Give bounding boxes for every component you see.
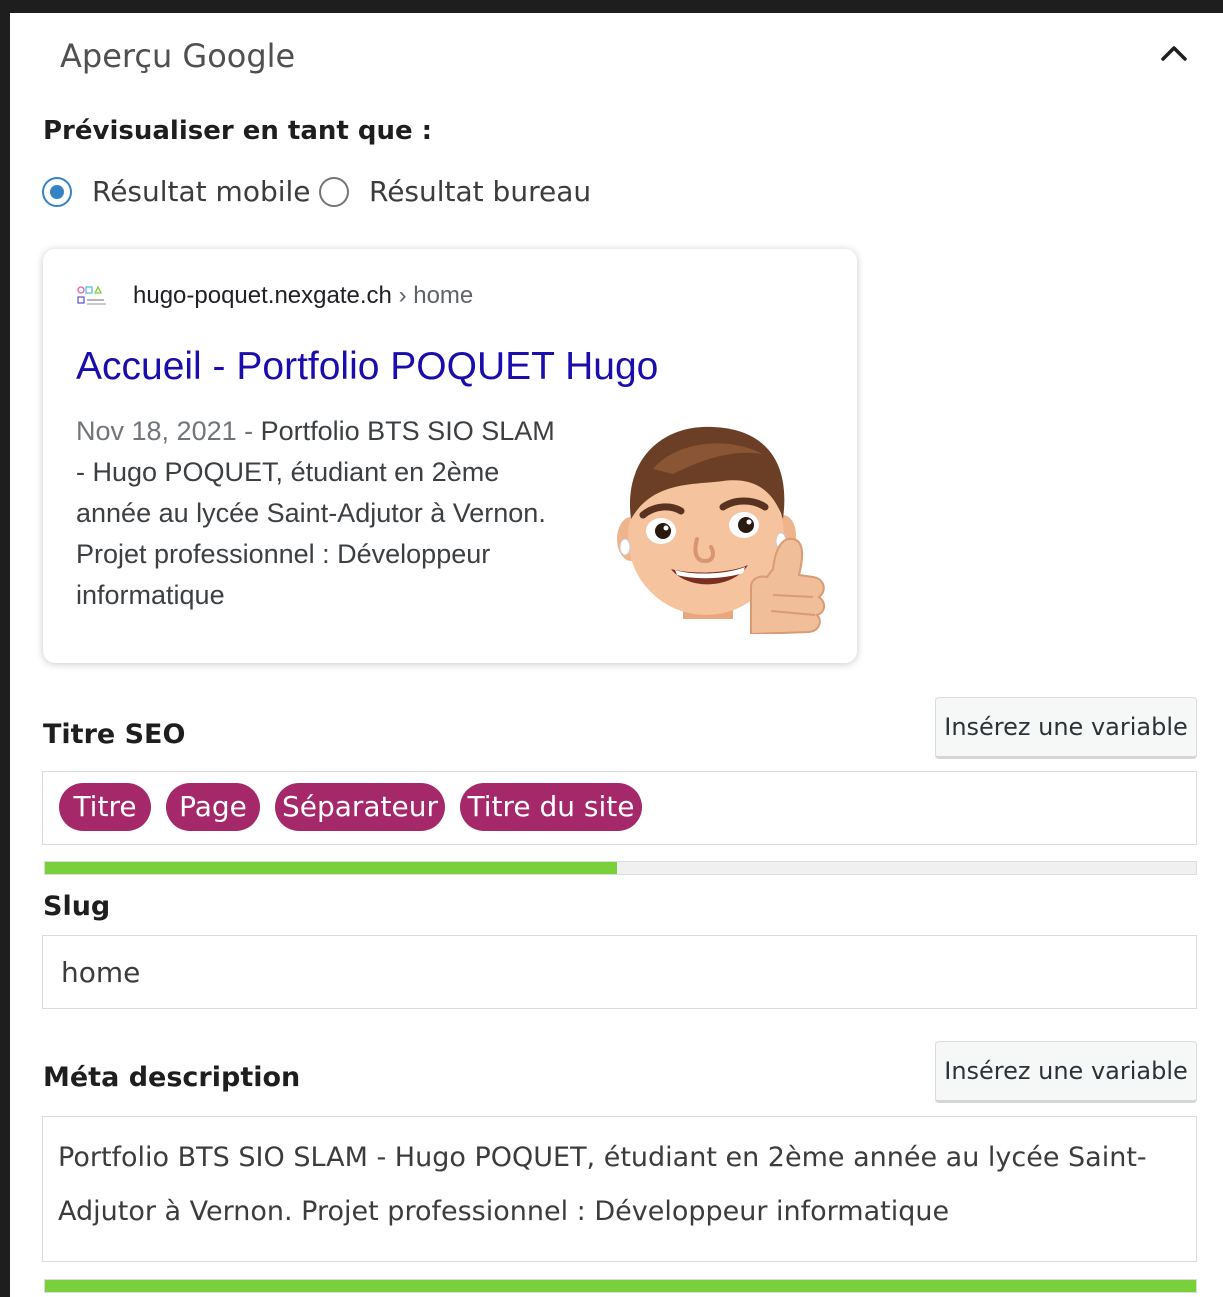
result-description: Nov 18, 2021 - Portfolio BTS SIO SLAM - … <box>76 411 566 616</box>
panel-title: Aperçu Google <box>60 37 296 75</box>
google-preview-panel: Aperçu Google Prévisualiser en tant que … <box>10 13 1223 1297</box>
radio-mobile-button[interactable] <box>42 176 72 207</box>
variable-pill-separator[interactable]: Séparateur <box>275 783 445 831</box>
slug-field[interactable] <box>42 935 1197 1009</box>
slug-input[interactable] <box>43 936 1196 1008</box>
seo-title-label: Titre SEO <box>43 719 186 750</box>
result-date: Nov 18, 2021 <box>76 416 237 446</box>
date-separator: - <box>236 416 261 446</box>
radio-mobile-result[interactable]: Résultat mobile <box>42 175 311 208</box>
result-url[interactable]: hugo-poquet.nexgate.ch › home <box>133 282 473 310</box>
meta-description-progress-bar <box>44 1279 1197 1293</box>
variable-pill-site-title[interactable]: Titre du site <box>460 783 642 831</box>
result-title-link[interactable]: Accueil - Portfolio POQUET Hugo <box>76 345 658 389</box>
seo-title-progress-fill <box>45 862 618 874</box>
preview-as-label: Prévisualiser en tant que : <box>43 116 433 146</box>
radio-mobile-label: Résultat mobile <box>92 175 311 208</box>
seo-title-field[interactable]: Titre Page Séparateur Titre du site <box>42 771 1197 845</box>
meta-description-field[interactable]: Portfolio BTS SIO SLAM - Hugo POQUET, ét… <box>42 1116 1197 1262</box>
radio-desktop-button[interactable] <box>319 176 349 207</box>
seo-title-insert-variable-button[interactable]: Insérez une variable <box>935 697 1197 759</box>
slug-label: Slug <box>43 891 111 922</box>
google-result-card: hugo-poquet.nexgate.ch › home Accueil - … <box>43 249 857 663</box>
site-logo-icon <box>77 285 106 305</box>
meta-description-progress-fill <box>45 1280 1196 1292</box>
result-breadcrumb: › home <box>398 282 474 309</box>
radio-desktop-label: Résultat bureau <box>369 175 592 208</box>
variable-pill-page[interactable]: Page <box>166 783 260 831</box>
meta-description-text: Portfolio BTS SIO SLAM - Hugo POQUET, ét… <box>58 1142 1147 1227</box>
chevron-up-icon <box>1161 46 1187 61</box>
seo-title-progress-bar <box>44 861 1197 875</box>
variable-pill-title[interactable]: Titre <box>59 783 151 831</box>
result-domain: hugo-poquet.nexgate.ch <box>133 282 392 309</box>
memoji-thumbs-up-image <box>617 426 825 634</box>
collapse-button[interactable] <box>1154 35 1194 71</box>
meta-description-insert-variable-button[interactable]: Insérez une variable <box>935 1041 1197 1103</box>
meta-description-label: Méta description <box>43 1062 301 1093</box>
radio-desktop-result[interactable]: Résultat bureau <box>319 175 591 208</box>
